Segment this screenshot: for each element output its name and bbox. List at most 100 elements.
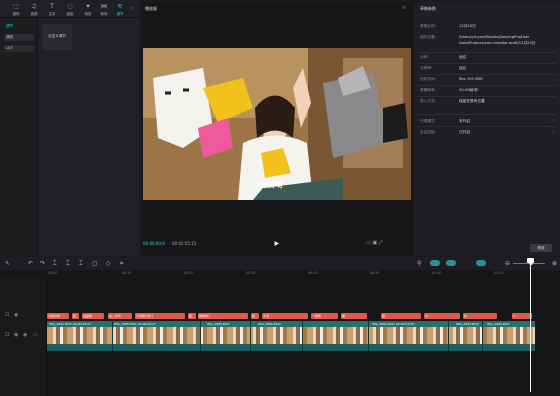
toolbar-effects[interactable]: ✦ 特效: [80, 3, 96, 17]
total-time: 00:02:55:15: [172, 241, 197, 246]
divider: [418, 63, 556, 64]
top-toolbar: ⬚ 媒体 ♫ 音频 T 文本 ◌ 贴纸 ✦ 特效 ⋈ 转场 ⚟ 调节 ‹: [0, 0, 140, 18]
toolbar-sticker[interactable]: ◌ 贴纸: [62, 3, 78, 17]
divider: [418, 96, 556, 97]
split-left-icon[interactable]: ⌶: [66, 260, 70, 267]
text-clip[interactable]: 想: [251, 313, 259, 319]
text-clip[interactable]: 好: [463, 313, 497, 319]
delete-icon[interactable]: ▢: [92, 260, 98, 267]
ruler-tick: 00:30: [246, 271, 256, 275]
collapse-icon[interactable]: ‹: [131, 5, 133, 12]
text-clip[interactable]: 我: [72, 313, 79, 319]
ruler-tick: 01:00: [432, 271, 442, 275]
text-track-lock-icon[interactable]: ⊡: [5, 312, 9, 318]
playhead[interactable]: [530, 262, 531, 392]
prop-value-path: /Users/yinyan/Movies/JianyingPro/User Da…: [459, 35, 536, 45]
clip-boundary: [368, 321, 369, 351]
divider: [418, 74, 556, 75]
nav-item-mine[interactable]: 我的: [4, 34, 34, 41]
video-clip-name: IMG_2889.MOV: [207, 322, 230, 326]
prop-label-colorspace: 色彩空间:: [420, 77, 436, 81]
text-clip[interactable]: 这是我: [82, 313, 104, 319]
video-thumbnails: [47, 327, 535, 344]
prop-value-ratio: 适应: [459, 55, 467, 59]
video-clip-name: IMG_2893.MOV: [456, 322, 479, 326]
ruler-tick: 00:20: [184, 271, 194, 275]
link-toggle[interactable]: [446, 260, 456, 266]
prop-label-proxy: 代理模式:: [420, 119, 436, 123]
sticker-icon: ◌: [67, 3, 73, 10]
preview-axis-toggle[interactable]: [476, 260, 486, 266]
text-clip[interactable]: 今天: [262, 313, 308, 319]
text-clip[interactable]: 我: [188, 313, 196, 319]
text-clip[interactable]: 今天我们去了: [135, 313, 185, 319]
audio-waveform: [47, 344, 535, 351]
video-track-eye-icon[interactable]: ◉: [14, 332, 18, 338]
text-track-eye-icon[interactable]: ◉: [14, 312, 18, 318]
prop-label-path: 保存位置:: [420, 35, 436, 39]
clip-boundary: [448, 321, 449, 351]
clip-boundary: [200, 321, 201, 351]
video-caption: 大家好呀: [255, 181, 283, 189]
nav-item-lut[interactable]: LUT: [4, 45, 34, 52]
mic-icon[interactable]: ⚲: [417, 260, 421, 267]
mark-icon[interactable]: ◇: [106, 260, 111, 267]
ruler-tick: 01:10: [494, 271, 504, 275]
zoom-in-icon[interactable]: ⊕: [552, 260, 557, 267]
text-clip[interactable]: 大家好呀: [47, 313, 69, 319]
info-icon[interactable]: ⓘ: [551, 129, 555, 135]
video-clip-name: IMG_2691.MOV 00:00:04:01: [49, 322, 92, 326]
prop-value-import: 保留在原有位置: [459, 99, 485, 103]
text-clip[interactable]: 一起吃: [311, 313, 338, 319]
zoom-out-icon[interactable]: ⊖: [505, 260, 510, 267]
effects-icon: ✦: [85, 3, 91, 10]
toolbar-media[interactable]: ⬚ 媒体: [8, 3, 24, 17]
text-clip[interactable]: 1: [512, 313, 532, 319]
undo-icon[interactable]: ↶: [28, 260, 33, 267]
text-clip[interactable]: 在二次元: [108, 313, 132, 319]
nav-item-adjust[interactable]: 调节: [4, 23, 34, 30]
cover-icon[interactable]: ▭: [33, 332, 38, 338]
split-icon[interactable]: ⌶: [53, 260, 57, 267]
prop-value-resolution: 适应: [459, 66, 467, 70]
text-clip[interactable]: 我: [381, 313, 421, 319]
prop-label-resolution: 分辨率:: [420, 66, 433, 70]
text-clip[interactable]: 被送到了: [198, 313, 248, 319]
select-tool-icon[interactable]: ↖: [5, 260, 10, 267]
text-icon: T: [50, 3, 54, 10]
prop-label-framerate: 草稿帧率:: [420, 88, 436, 92]
custom-adjust-card[interactable]: 自定义调节: [42, 24, 72, 50]
prop-label-ratio: 比例:: [420, 55, 429, 59]
video-preview[interactable]: 大家好呀: [143, 48, 411, 200]
text-clip[interactable]: 大: [424, 313, 460, 319]
ruler-tick: 00:50: [370, 271, 380, 275]
audio-icon: ♫: [31, 3, 37, 10]
magnet-toggle[interactable]: [430, 260, 440, 266]
toolbar-adjust[interactable]: ⚟ 调节: [112, 3, 128, 17]
media-icon: ⬚: [13, 3, 19, 10]
video-track-lock-icon[interactable]: ⊡: [5, 332, 9, 338]
split-right-icon[interactable]: ⌶: [79, 260, 83, 267]
divider: [418, 126, 556, 127]
toolbar-text[interactable]: T 文本: [44, 3, 60, 17]
clip-boundary: [302, 321, 303, 351]
redo-icon[interactable]: ↷: [40, 260, 45, 267]
crop-icon[interactable]: ⌗: [120, 260, 123, 267]
menu-icon[interactable]: ≡: [402, 5, 406, 11]
prop-value-colorspace: Rec.709 SDR: [459, 77, 483, 81]
fullscreen-controls[interactable]: ▭ ▣ ⤢: [366, 240, 383, 246]
props-title: 草稿参数: [420, 6, 436, 11]
divider: [418, 114, 556, 115]
prop-label-name: 草稿名称:: [420, 24, 436, 28]
info-icon[interactable]: ⓘ: [551, 118, 555, 124]
video-track-mute-icon[interactable]: ◉: [23, 332, 27, 338]
video-clip-name: IMG_2890.MOV: [258, 322, 281, 326]
editor-window: ⬚ 媒体 ♫ 音频 T 文本 ◌ 贴纸 ✦ 特效 ⋈ 转场 ⚟ 调节 ‹ 调节 我的 LUT …: [0, 0, 560, 396]
current-time: 00:00:00:0: [143, 241, 165, 246]
video-clip-name: IMG_2890.MOV 00:00:04:05: [372, 322, 415, 326]
play-icon[interactable]: [273, 240, 280, 247]
toolbar-transition[interactable]: ⋈ 转场: [96, 3, 112, 17]
text-clip[interactable]: 被: [341, 313, 367, 319]
modify-button[interactable]: 修改: [530, 244, 552, 252]
toolbar-audio[interactable]: ♫ 音频: [26, 3, 42, 17]
